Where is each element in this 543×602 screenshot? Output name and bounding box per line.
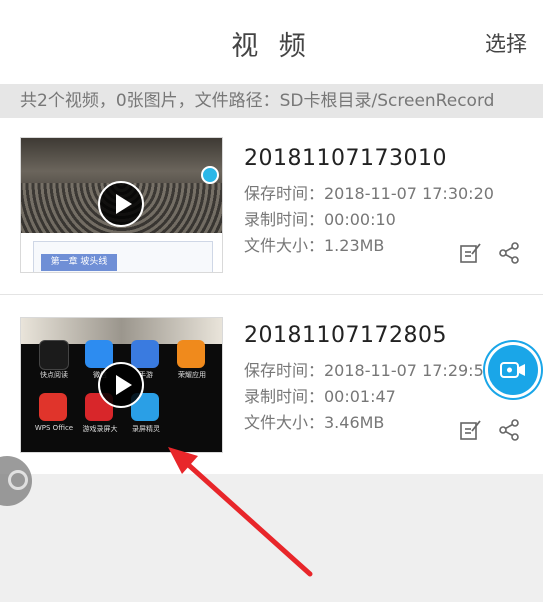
video-thumbnail[interactable]: 快点阅读 微信 手游 荣耀应用 WPS Office 游戏录屏大 录屏精灵 — [20, 317, 223, 453]
file-size: 文件大小：1.23MB — [244, 236, 385, 255]
app-label: 快点阅读 — [40, 371, 68, 379]
app-label: 录屏精灵 — [132, 425, 160, 433]
saved-time: 保存时间：2018-11-07 17:29:52 — [244, 361, 494, 380]
app-label: 荣耀应用 — [178, 371, 206, 379]
select-button[interactable]: 选择 — [485, 28, 527, 58]
info-bar: 共2个视频，0张图片，文件路径：SD卡根目录/ScreenRecord — [0, 84, 543, 118]
app-label: 游戏录屏大 — [82, 425, 118, 433]
record-duration: 录制时间：00:00:10 — [244, 210, 396, 229]
app-icon — [177, 340, 205, 368]
list-item[interactable]: 第一章 坡头线 20181107173010 保存时间：2018-11-07 1… — [0, 118, 543, 295]
app-icon — [39, 393, 67, 421]
video-thumbnail[interactable]: 第一章 坡头线 — [20, 137, 223, 273]
edit-icon[interactable] — [459, 419, 481, 441]
app-header: 视 频 选择 — [0, 0, 543, 84]
thumbnail-tag: 第一章 坡头线 — [41, 254, 117, 271]
video-name: 20181107172805 — [244, 323, 447, 348]
edit-icon[interactable] — [459, 242, 481, 264]
record-duration: 录制时间：00:01:47 — [244, 387, 396, 406]
list-item[interactable]: 快点阅读 微信 手游 荣耀应用 WPS Office 游戏录屏大 录屏精灵 20… — [0, 295, 543, 474]
floating-ball-inner — [8, 470, 28, 490]
record-button[interactable] — [488, 345, 538, 395]
share-icon[interactable] — [498, 242, 520, 264]
share-icon[interactable] — [498, 419, 520, 441]
video-list: 第一章 坡头线 20181107173010 保存时间：2018-11-07 1… — [0, 118, 543, 474]
camera-icon — [500, 362, 525, 378]
app-icon — [131, 340, 159, 368]
thumbnail-badge — [201, 166, 219, 184]
play-icon[interactable] — [98, 362, 144, 408]
video-name: 20181107173010 — [244, 146, 447, 171]
page-title: 视 频 — [231, 31, 312, 62]
app-icon — [85, 340, 113, 368]
play-icon[interactable] — [98, 181, 144, 227]
app-icon — [39, 340, 69, 370]
app-label: WPS Office — [34, 424, 74, 432]
saved-time: 保存时间：2018-11-07 17:30:20 — [244, 184, 494, 203]
file-size: 文件大小：3.46MB — [244, 413, 385, 432]
